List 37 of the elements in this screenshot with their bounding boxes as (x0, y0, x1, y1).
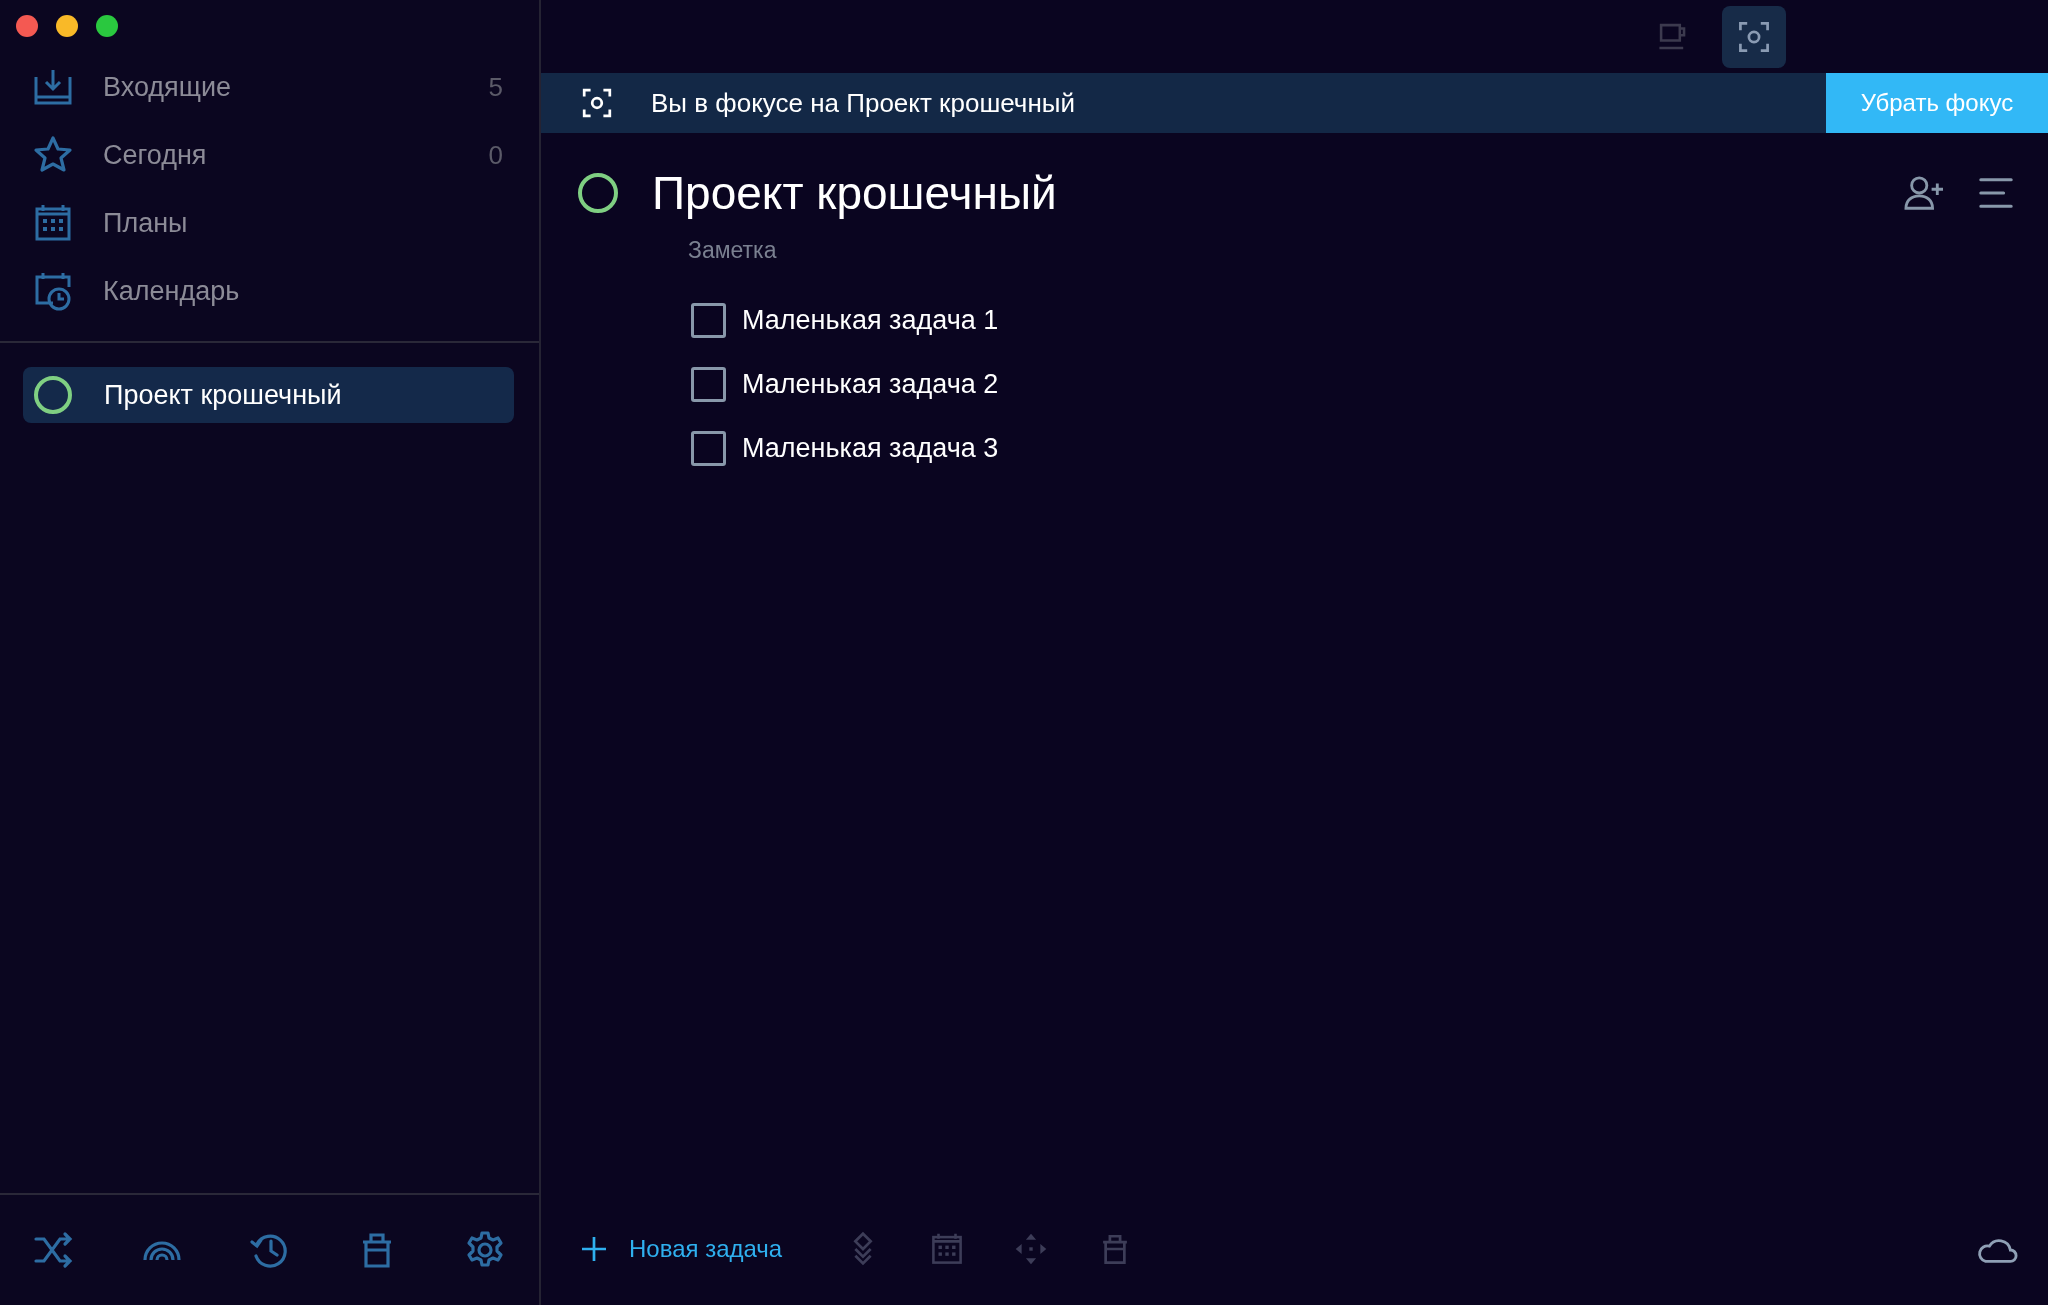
settings-icon[interactable] (465, 1230, 505, 1270)
sidebar-item-label: Сегодня (103, 139, 208, 171)
project-circle-icon (34, 376, 72, 414)
sidebar-item-label: Планы (103, 207, 189, 239)
focus-icon (581, 87, 613, 119)
calendar-icon (33, 203, 73, 243)
project-circle-icon[interactable] (578, 173, 618, 213)
zoom-window-button[interactable] (96, 15, 118, 37)
new-task-button[interactable]: Новая задача (579, 1234, 783, 1264)
sidebar-item[interactable]: Календарь (0, 257, 539, 325)
sidebar-item[interactable]: Входящие 5 (0, 53, 539, 121)
focus-icon (1737, 19, 1771, 54)
sidebar-item[interactable]: Сегодня 0 (0, 121, 539, 189)
minimize-window-button[interactable] (56, 15, 78, 37)
item-count: 5 (488, 71, 503, 103)
sidebar-item-label: Входящие (103, 71, 232, 103)
note-field[interactable]: Заметка (688, 237, 1088, 264)
star-icon (33, 135, 73, 175)
project-title: Проект крошечный (652, 166, 1058, 220)
item-count: 0 (488, 139, 503, 171)
focus-message: Вы в фокусе на Проект крошечный (651, 87, 1076, 119)
focus-mode-button[interactable] (1722, 5, 1786, 68)
task-label[interactable]: Маленькая задача 1 (742, 304, 999, 336)
close-window-button[interactable] (16, 15, 38, 37)
project-item[interactable]: Проект крошечный (23, 367, 514, 423)
sidebar-item-label: Календарь (103, 275, 241, 307)
shuffle-icon[interactable] (34, 1230, 74, 1270)
task-checkbox[interactable] (691, 430, 726, 466)
plus-icon (579, 1234, 609, 1264)
calendar-clock-icon (33, 271, 73, 311)
task-checkbox[interactable] (691, 366, 726, 402)
sidebar-item[interactable]: Планы (0, 189, 539, 257)
task-checkbox[interactable] (691, 302, 726, 338)
task-label[interactable]: Маленькая задача 3 (742, 432, 999, 464)
task-label[interactable]: Маленькая задача 2 (742, 368, 999, 400)
add-person-icon[interactable] (1902, 174, 1946, 212)
inbox-icon (33, 67, 73, 107)
